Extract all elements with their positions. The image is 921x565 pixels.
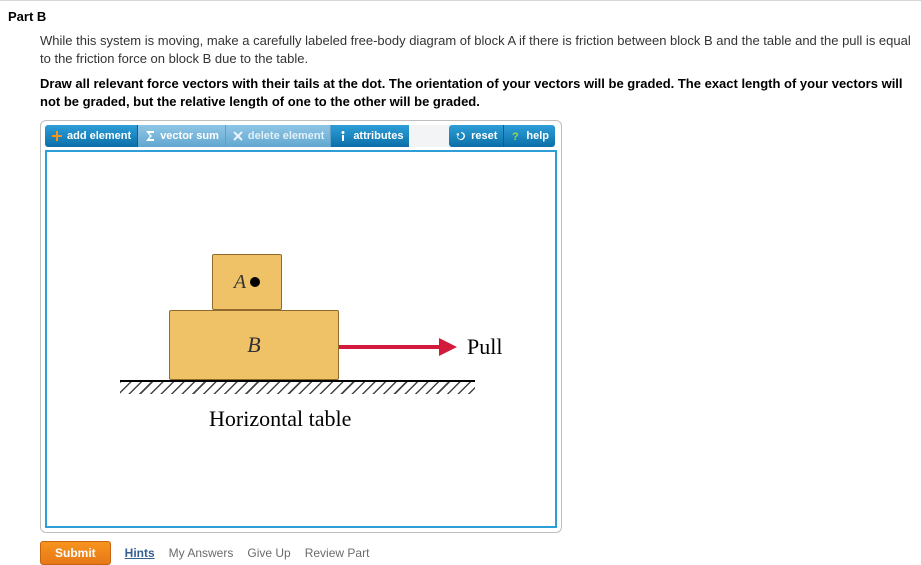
diagram: A B Pull Horizontal table bbox=[105, 236, 500, 476]
hints-link[interactable]: Hints bbox=[125, 546, 155, 560]
help-label: help bbox=[526, 130, 549, 142]
submit-button[interactable]: Submit bbox=[40, 541, 111, 565]
drawing-widget: add element vector sum delete element bbox=[40, 120, 562, 533]
add-element-label: add element bbox=[67, 130, 131, 142]
x-icon bbox=[232, 130, 244, 142]
delete-element-button[interactable]: delete element bbox=[226, 125, 331, 147]
review-part-link[interactable]: Review Part bbox=[305, 546, 370, 560]
sigma-icon bbox=[144, 130, 156, 142]
block-a-label: A bbox=[234, 271, 246, 294]
svg-text:?: ? bbox=[512, 131, 519, 142]
my-answers-link[interactable]: My Answers bbox=[169, 546, 234, 560]
question-icon: ? bbox=[510, 130, 522, 142]
attributes-label: attributes bbox=[353, 130, 403, 142]
add-element-button[interactable]: add element bbox=[45, 125, 138, 147]
instruction-text: Draw all relevant force vectors with the… bbox=[40, 75, 911, 110]
table-label: Horizontal table bbox=[209, 406, 351, 432]
pull-arrow bbox=[339, 340, 459, 354]
part-heading: Part B bbox=[0, 9, 921, 32]
drawing-toolbar: add element vector sum delete element bbox=[45, 125, 557, 147]
plus-icon bbox=[51, 130, 63, 142]
pull-label: Pull bbox=[467, 334, 502, 360]
answer-footer: Submit Hints My Answers Give Up Review P… bbox=[40, 533, 911, 565]
table-hatching bbox=[120, 382, 475, 394]
block-b-label: B bbox=[247, 332, 260, 358]
info-icon bbox=[337, 130, 349, 142]
reset-icon bbox=[455, 130, 467, 142]
drawing-canvas[interactable]: A B Pull Horizontal table bbox=[45, 150, 557, 528]
vector-sum-button[interactable]: vector sum bbox=[138, 125, 226, 147]
give-up-link[interactable]: Give Up bbox=[247, 546, 290, 560]
attributes-button[interactable]: attributes bbox=[331, 125, 409, 147]
prompt-text: While this system is moving, make a care… bbox=[40, 32, 911, 67]
block-a-dot bbox=[250, 277, 260, 287]
vector-sum-label: vector sum bbox=[160, 130, 219, 142]
block-a: A bbox=[212, 254, 282, 310]
reset-label: reset bbox=[471, 130, 497, 142]
toolbar-spacer bbox=[409, 125, 449, 147]
block-b: B bbox=[169, 310, 339, 380]
delete-element-label: delete element bbox=[248, 130, 324, 142]
reset-button[interactable]: reset bbox=[449, 125, 504, 147]
help-button[interactable]: ? help bbox=[504, 125, 555, 147]
